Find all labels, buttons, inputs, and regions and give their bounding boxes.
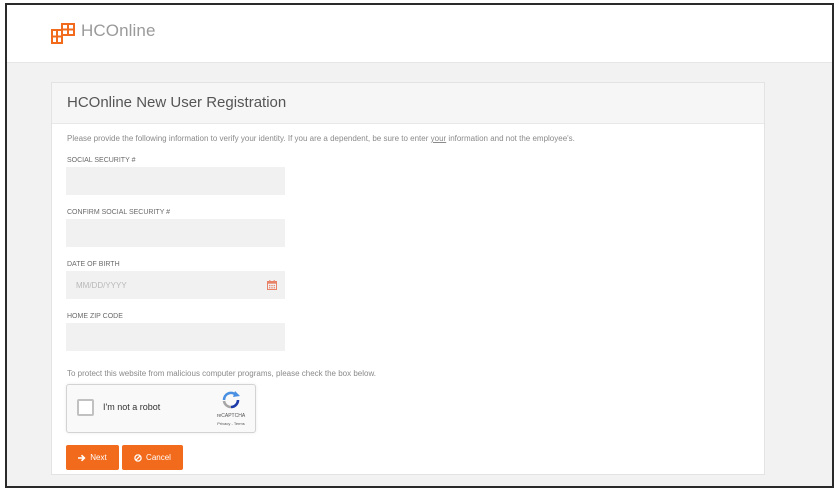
arrow-right-icon: [78, 454, 86, 461]
dob-field: [66, 271, 285, 299]
recaptcha-label: I'm not a robot: [103, 402, 161, 412]
recaptcha-widget: I'm not a robot reCAPTCHA Privacy - Term…: [66, 384, 256, 433]
calendar-icon[interactable]: [259, 271, 285, 299]
next-button[interactable]: Next: [66, 445, 119, 470]
confirm-ssn-input[interactable]: [66, 219, 285, 247]
ssn-input[interactable]: [66, 167, 285, 195]
captcha-note: To protect this website from malicious c…: [67, 369, 377, 378]
instructions-post: information and not the employee's.: [446, 134, 575, 143]
dob-input[interactable]: [66, 271, 285, 299]
ssn-label: SOCIAL SECURITY #: [67, 157, 136, 164]
confirm-ssn-label: CONFIRM SOCIAL SECURITY #: [67, 209, 171, 216]
zip-label: HOME ZIP CODE: [67, 313, 123, 320]
instructions-emphasis: your: [430, 134, 447, 143]
recaptcha-checkbox[interactable]: [77, 399, 94, 416]
card-header: HCOnline New User Registration: [52, 83, 764, 124]
app-frame: HCOnline HCOnline New User Registration …: [5, 3, 834, 488]
zip-input[interactable]: [66, 323, 285, 351]
recaptcha-links[interactable]: Privacy - Terms: [207, 421, 255, 426]
cancel-button[interactable]: Cancel: [122, 445, 183, 470]
page-title: HCOnline New User Registration: [67, 94, 287, 111]
brand-name[interactable]: HCOnline: [81, 21, 156, 41]
registration-card: HCOnline New User Registration Please pr…: [51, 82, 765, 475]
next-button-label: Next: [90, 453, 107, 462]
cancel-button-label: Cancel: [146, 453, 171, 462]
instructions-text: Please provide the following information…: [67, 134, 575, 143]
ban-icon: [134, 453, 142, 462]
hconline-grid-logo-icon[interactable]: [51, 22, 75, 44]
dob-label: DATE OF BIRTH: [67, 261, 120, 268]
recaptcha-logo-icon: [222, 391, 240, 409]
instructions-pre: Please provide the following information…: [67, 134, 431, 143]
recaptcha-brand: reCAPTCHA: [216, 413, 246, 419]
top-header: HCOnline: [7, 5, 832, 63]
